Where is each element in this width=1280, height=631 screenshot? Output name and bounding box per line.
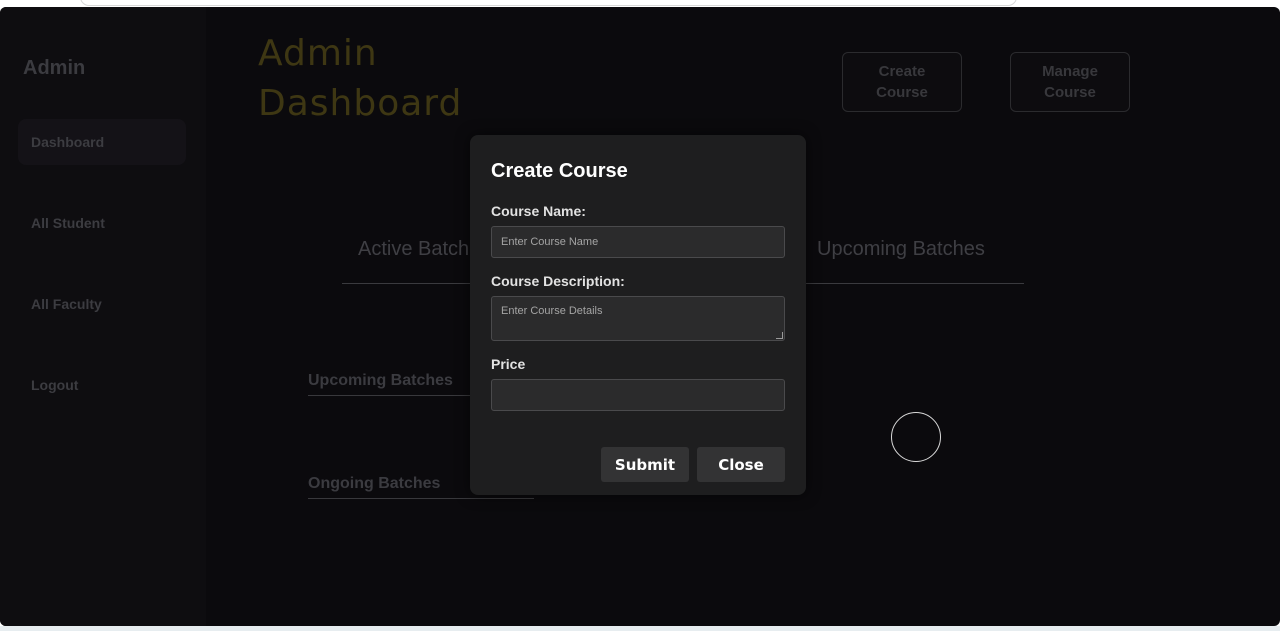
sidebar-item-all-faculty[interactable]: All Faculty [18, 281, 186, 327]
course-name-input[interactable] [491, 226, 785, 258]
modal-title: Create Course [491, 160, 628, 182]
price-input[interactable] [491, 379, 785, 411]
course-description-wrapper [491, 296, 785, 341]
sidebar-title: Admin [23, 57, 86, 79]
course-name-label: Course Name: [491, 203, 586, 219]
section-upcoming-batches: Upcoming Batches [308, 372, 453, 389]
create-course-button[interactable]: Create Course [842, 52, 962, 112]
sidebar-item-logout[interactable]: Logout [18, 362, 186, 408]
cursor-ring [891, 412, 941, 462]
sidebar: Admin Dashboard All Student All Faculty … [0, 7, 206, 626]
tab-active-batch[interactable]: Active Batch [358, 238, 469, 261]
page-title-line1: Admin [258, 33, 378, 74]
price-label: Price [491, 356, 526, 372]
sidebar-item-all-student[interactable]: All Student [18, 200, 186, 246]
create-course-modal: Create Course Course Name: Course Descri… [470, 135, 806, 495]
course-description-label: Course Description: [491, 273, 625, 289]
page-title-line2: Dashboard [258, 83, 463, 124]
section-ongoing-batches: Ongoing Batches [308, 475, 441, 492]
resize-grip-icon[interactable] [776, 332, 783, 339]
browser-bottom-strip [0, 626, 1280, 631]
tab-upcoming-batches[interactable]: Upcoming Batches [817, 238, 985, 261]
section-divider [308, 498, 534, 499]
app-window: Admin Dashboard All Student All Faculty … [0, 7, 1280, 626]
course-description-input[interactable] [491, 296, 785, 341]
page-title: Admin Dashboard [258, 29, 462, 129]
close-button[interactable]: Close [697, 447, 785, 482]
submit-button[interactable]: Submit [601, 447, 689, 482]
manage-course-button[interactable]: Manage Course [1010, 52, 1130, 112]
sidebar-item-dashboard[interactable]: Dashboard [18, 119, 186, 165]
address-bar[interactable] [80, 0, 1017, 6]
